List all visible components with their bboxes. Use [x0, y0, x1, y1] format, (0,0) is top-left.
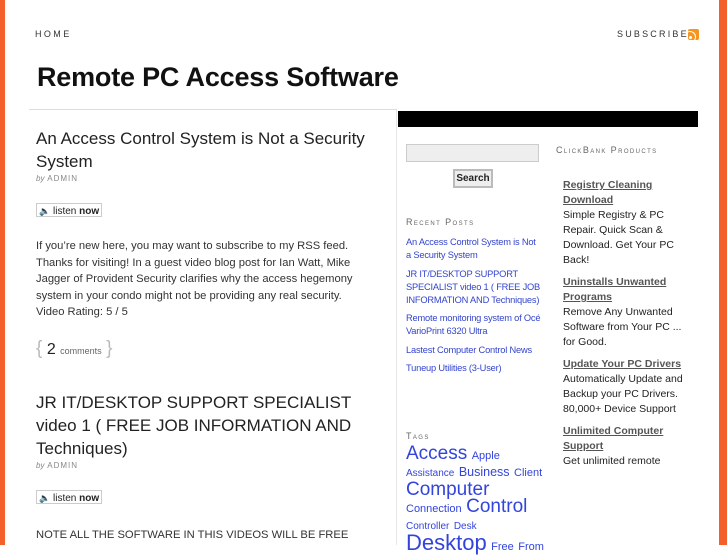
tag-link[interactable]: Client [514, 467, 542, 479]
tag-link[interactable]: From [518, 541, 544, 553]
recent-post-link[interactable]: Lastest Computer Control News [406, 345, 532, 355]
listen-now-button[interactable]: 🔈 listen now [36, 203, 102, 217]
brace-close: } [106, 338, 113, 359]
recent-post-link[interactable]: JR IT/DESKTOP SUPPORT SPECIALIST video 1… [406, 269, 540, 305]
page-border-left [0, 0, 5, 545]
search-input[interactable] [406, 144, 539, 162]
tag-cloud: Access Apple Assistance Business Client … [406, 443, 546, 555]
tag-link[interactable]: Free [491, 541, 514, 553]
comment-label: comments [60, 346, 102, 356]
nav-subscribe-link[interactable]: SUBSCRIBE [617, 29, 689, 39]
post-byline: by ADMIN [36, 461, 78, 470]
tag-link[interactable]: Access [406, 443, 467, 464]
clickbank-product-link[interactable]: Update Your PC Drivers [563, 357, 693, 372]
clickbank-item: Unlimited Computer Support Get unlimited… [563, 424, 693, 468]
tag-link[interactable]: Desktop [406, 530, 487, 555]
post-title[interactable]: JR IT/DESKTOP SUPPORT SPECIALIST video 1… [36, 391, 371, 460]
brace-open: { [36, 338, 43, 359]
recent-post-item: An Access Control System is Not a Securi… [406, 236, 541, 262]
listen-label: listen [53, 493, 77, 504]
post-author[interactable]: ADMIN [47, 174, 78, 183]
post-excerpt: NOTE ALL THE SOFTWARE IN THIS VIDEOS WIL… [36, 529, 349, 541]
clickbank-product-link[interactable]: Registry Cleaning Download [563, 178, 693, 208]
clickbank-product-desc: Get unlimited remote [563, 455, 661, 467]
header-divider [29, 109, 397, 110]
byline-prefix: by [36, 461, 45, 470]
clickbank-product-desc: Simple Registry & PC Repair. Quick Scan … [563, 209, 674, 266]
clickbank-item: Uninstalls Unwanted Programs Remove Any … [563, 275, 693, 350]
page-border-right [719, 0, 727, 545]
post-byline: by ADMIN [36, 174, 78, 183]
clickbank-heading: ClickBank Products [556, 145, 658, 155]
rss-feed-icon[interactable] [688, 29, 699, 40]
recent-post-link[interactable]: An Access Control System is Not a Securi… [406, 237, 536, 260]
recent-post-item: Tuneup Utilities (3-User) [406, 362, 541, 375]
recent-post-link[interactable]: Tuneup Utilities (3-User) [406, 363, 502, 373]
post-title[interactable]: An Access Control System is Not a Securi… [36, 127, 371, 173]
listen-now-button[interactable]: 🔈 listen now [36, 490, 102, 504]
sidebar-banner-bar [398, 111, 698, 127]
clickbank-product-desc: Automatically Update and Backup your PC … [563, 373, 683, 415]
post-excerpt: If you’re new here, you may want to subs… [36, 240, 353, 318]
comments-link[interactable]: { 2 comments } [36, 338, 113, 360]
post-author[interactable]: ADMIN [47, 461, 78, 470]
comment-count: 2 [46, 341, 56, 358]
site-title[interactable]: Remote PC Access Software [37, 62, 399, 93]
clickbank-item: Registry Cleaning Download Simple Regist… [563, 178, 693, 268]
clickbank-product-link[interactable]: Uninstalls Unwanted Programs [563, 275, 693, 305]
byline-prefix: by [36, 174, 45, 183]
speaker-icon: 🔈 [39, 206, 51, 216]
recent-post-item: Remote monitoring system of Océ VarioPri… [406, 312, 541, 338]
listen-label: listen [53, 206, 77, 217]
clickbank-products: Registry Cleaning Download Simple Regist… [563, 178, 693, 468]
listen-bold-label: now [79, 206, 100, 217]
recent-post-link[interactable]: Remote monitoring system of Océ VarioPri… [406, 313, 541, 336]
clickbank-product-link[interactable]: Unlimited Computer Support [563, 424, 693, 454]
speaker-icon: 🔈 [39, 493, 51, 503]
listen-bold-label: now [79, 493, 100, 504]
clickbank-item: Update Your PC Drivers Automatically Upd… [563, 357, 693, 417]
tags-heading: Tags [406, 431, 430, 441]
tag-link[interactable]: Connection [406, 503, 462, 515]
search-button[interactable]: Search [453, 169, 493, 188]
clickbank-product-desc: Remove Any Unwanted Software from Your P… [563, 306, 682, 348]
nav-home-link[interactable]: HOME [35, 29, 72, 39]
tag-link[interactable]: Control [466, 496, 527, 517]
tag-link[interactable]: Assistance [406, 468, 454, 479]
recent-post-item: Lastest Computer Control News [406, 344, 541, 357]
sidebar-divider [396, 110, 397, 545]
recent-post-item: JR IT/DESKTOP SUPPORT SPECIALIST video 1… [406, 268, 541, 307]
tag-link[interactable]: Business [459, 465, 510, 479]
recent-posts-heading: Recent Posts [406, 217, 475, 227]
tag-link[interactable]: Apple [472, 450, 500, 462]
recent-posts-list: An Access Control System is Not a Securi… [406, 236, 541, 381]
